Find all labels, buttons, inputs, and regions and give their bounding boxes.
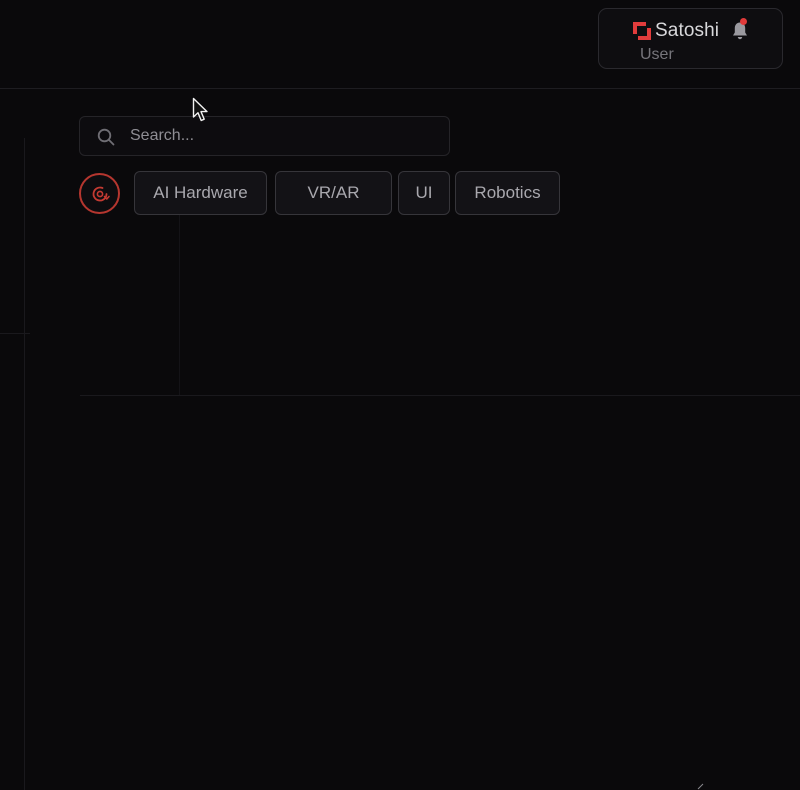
reset-filter-button[interactable] xyxy=(79,173,120,214)
header-divider xyxy=(0,88,800,89)
user-name: Satoshi xyxy=(655,20,720,41)
filter-chip-ai-hardware[interactable]: AI Hardware xyxy=(134,171,267,215)
brand-logo-icon xyxy=(633,22,651,40)
grid-line-vertical xyxy=(24,138,25,790)
search-icon xyxy=(97,128,115,146)
reset-filter-icon xyxy=(92,186,110,202)
decorative-mark xyxy=(697,783,704,790)
bell-icon[interactable] xyxy=(731,21,749,41)
user-profile-card[interactable]: Satoshi User xyxy=(598,8,783,69)
grid-line-vertical-inner xyxy=(179,200,180,396)
search-input[interactable] xyxy=(130,117,440,155)
notification-badge xyxy=(740,18,747,25)
user-role: User xyxy=(640,46,674,63)
filter-chip-robotics[interactable]: Robotics xyxy=(455,171,560,215)
grid-line-horizontal xyxy=(0,333,30,334)
app-page: Satoshi User AI Hardware VR/AR UI Roboti… xyxy=(0,0,800,790)
filter-chip-vr-ar[interactable]: VR/AR xyxy=(275,171,392,215)
filter-chip-ui[interactable]: UI xyxy=(398,171,450,215)
mouse-pointer-icon xyxy=(192,97,208,122)
search-bar[interactable] xyxy=(79,116,450,156)
section-divider xyxy=(80,395,800,396)
